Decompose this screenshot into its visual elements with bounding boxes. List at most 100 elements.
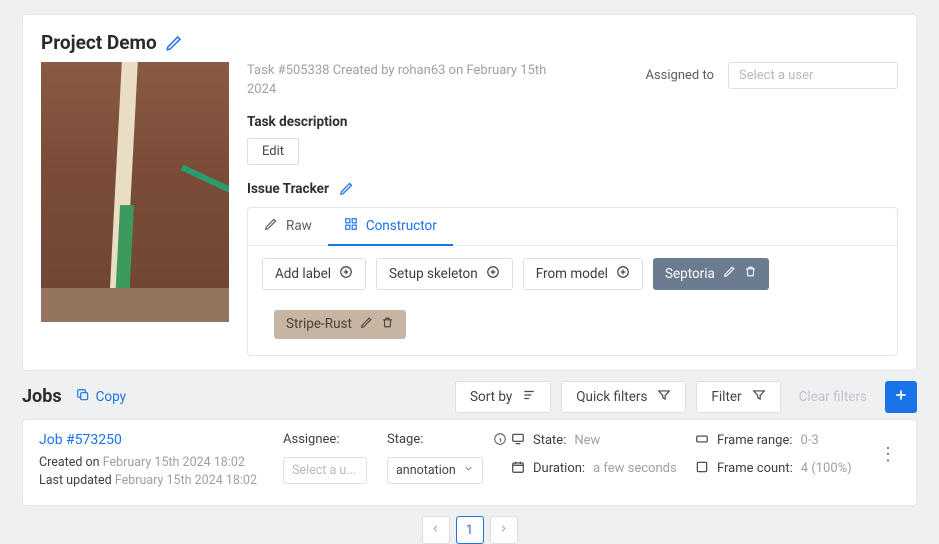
frame-count-row: Frame count: 4 (100%) [695,460,875,478]
info-icon[interactable] [493,432,507,450]
edit-project-title-icon[interactable] [165,34,183,52]
pagination: 1 [0,516,939,544]
stage-value: annotation [396,463,456,478]
setup-skeleton-text: Setup skeleton [389,266,478,282]
page-next-button[interactable] [490,516,518,544]
pencil-icon[interactable] [723,265,736,282]
label-chip-name: Septoria [665,266,715,282]
monitor-icon [511,432,525,450]
state-row: State: New [511,432,691,450]
funnel-icon [657,388,671,406]
copy-icon [76,388,90,406]
task-meta-row: Task #505338 Created by rohan63 on Febru… [247,62,898,100]
project-title: Project Demo [41,31,157,54]
sort-by-button[interactable]: Sort by [455,381,551,413]
labels-tabs: Raw Constructor [248,208,897,246]
chevron-down-icon [463,463,474,478]
add-label-button[interactable]: Add label [262,258,366,290]
label-chip-septoria[interactable]: Septoria [653,258,769,290]
chevron-left-icon [430,523,441,538]
edit-description-button[interactable]: Edit [247,138,299,165]
tab-constructor[interactable]: Constructor [328,208,453,246]
tab-raw-label: Raw [286,218,312,234]
frame-count-label: Frame count: [717,461,793,476]
project-card: Project Demo Task #505338 Created by roh… [22,14,917,371]
last-updated-value: February 15th 2024 18:02 [115,473,257,488]
plus-icon [893,387,909,407]
labels-panel: Raw Constructor Add label [247,207,898,356]
state-value: New [574,433,600,448]
job-state-column: State: New Duration: a few seconds [511,432,691,492]
duration-row: Duration: a few seconds [511,460,691,478]
job-frame-column: Frame range: 0-3 Frame count: 4 (100%) [695,432,875,492]
jobs-title: Jobs [22,386,62,407]
square-icon [695,460,709,478]
project-title-row: Project Demo [41,31,898,54]
assignee-select[interactable]: Select a u... [283,457,367,484]
stage-select[interactable]: annotation [387,457,483,484]
job-stage-column: Stage: annotation [387,432,507,492]
last-updated-label: Last updated [39,473,112,488]
filter-button[interactable]: Filter [696,381,780,413]
job-link[interactable]: Job #573250 [39,432,279,448]
page-number-button[interactable]: 1 [456,516,484,544]
plus-circle-icon [339,265,353,283]
project-content-row: Task #505338 Created by rohan63 on Febru… [41,62,898,356]
copy-jobs-button[interactable]: Copy [76,388,126,406]
quick-filters-text: Quick filters [576,389,647,405]
grid-icon [344,217,358,235]
assigned-user-select[interactable]: Select a user [728,62,898,89]
label-chip-stripe-rust[interactable]: Stripe-Rust [274,310,406,339]
job-actions-menu[interactable]: ⋮ [879,450,889,492]
task-meta-text: Task #505338 Created by rohan63 on Febru… [247,62,577,100]
pencil-icon [264,217,278,235]
duration-label: Duration: [533,461,585,476]
frame-range-value: 0-3 [801,433,819,448]
funnel-icon [752,388,766,406]
frame-range-row: Frame range: 0-3 [695,432,875,450]
state-label: State: [533,433,566,448]
job-assignee-column: Assignee: Select a u... [283,432,383,492]
copy-text: Copy [96,389,126,405]
filter-text: Filter [711,389,741,405]
issue-tracker-row: Issue Tracker [247,181,898,197]
job-dates: Created on February 15th 2024 18:02 Last… [39,454,279,492]
plus-circle-icon [486,265,500,283]
project-right-column: Task #505338 Created by rohan63 on Febru… [247,62,898,356]
frame-count-value: 4 (100%) [801,461,852,476]
task-description-label: Task description [247,114,898,130]
label-chip-name: Stripe-Rust [286,316,352,332]
add-job-button[interactable] [885,381,917,413]
list-icon [522,388,536,406]
page-prev-button[interactable] [422,516,450,544]
plus-circle-icon [616,265,630,283]
stage-label: Stage: [387,432,507,447]
pencil-icon[interactable] [360,316,373,333]
assignee-label: Assignee: [283,432,383,447]
clear-filters-button[interactable]: Clear filters [791,383,875,411]
from-model-text: From model [536,266,608,282]
jobs-header-controls: Sort by Quick filters Filter Clear filte… [455,381,917,413]
setup-skeleton-button[interactable]: Setup skeleton [376,258,513,290]
quick-filters-button[interactable]: Quick filters [561,381,686,413]
calendar-icon [511,460,525,478]
assigned-to-label: Assigned to [645,68,714,83]
trash-icon[interactable] [381,316,394,333]
job-id-column: Job #573250 Created on February 15th 202… [39,432,279,492]
task-thumbnail [41,62,229,322]
tab-constructor-label: Constructor [366,218,437,234]
labels-body: Add label Setup skeleton From model [248,246,897,355]
add-label-text: Add label [275,266,331,282]
job-row: Job #573250 Created on February 15th 202… [22,419,917,507]
tab-raw[interactable]: Raw [248,208,328,245]
created-on-value: February 15th 2024 18:02 [103,455,245,470]
chevron-right-icon [498,523,509,538]
edit-issue-tracker-icon[interactable] [339,181,354,196]
assigned-to-group: Assigned to Select a user [645,62,898,89]
trash-icon[interactable] [744,265,757,282]
duration-value: a few seconds [593,461,677,476]
issue-tracker-label: Issue Tracker [247,181,329,197]
sort-by-text: Sort by [470,389,512,405]
created-on-label: Created on [39,455,100,470]
from-model-button[interactable]: From model [523,258,643,290]
